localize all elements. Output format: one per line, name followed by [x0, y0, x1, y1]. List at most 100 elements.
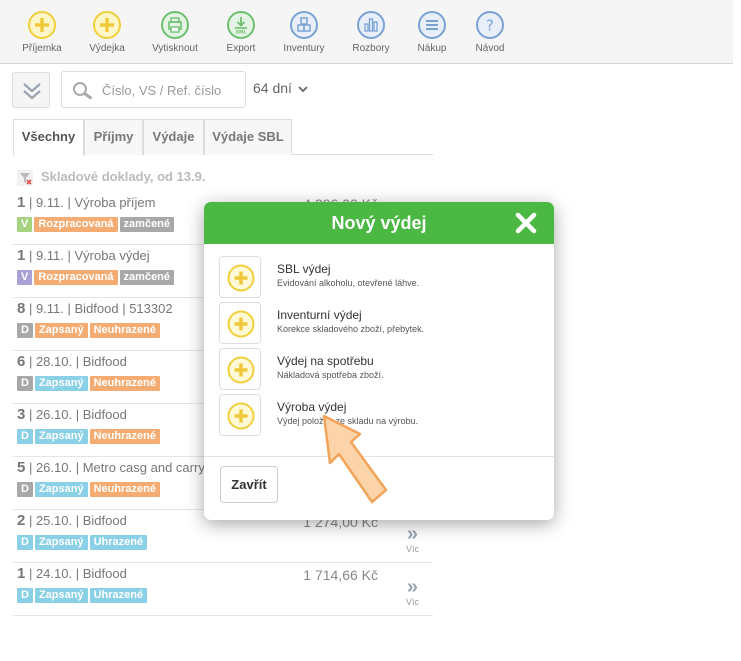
document-name: Metro casg and carry — [82, 460, 205, 475]
payment-badge: Uhrazené — [89, 588, 148, 603]
option-description: Evidování alkoholu, otevřené láhve. — [277, 278, 420, 288]
plus-circle-icon — [227, 356, 255, 384]
plus-circle-icon — [227, 310, 255, 338]
add-button[interactable] — [219, 256, 261, 298]
list-heading-text: Skladové doklady, od 13.9. — [41, 169, 206, 184]
search-box — [61, 71, 246, 108]
tab-prijmy[interactable]: Příjmy — [84, 119, 143, 155]
document-number: 1 — [17, 565, 26, 582]
document-title: 1 | 9.11. | Výroba příjem — [17, 194, 156, 211]
plus-circle-icon — [93, 11, 121, 39]
close-icon[interactable] — [514, 211, 538, 235]
option-title: Inventurní výdej — [277, 308, 362, 322]
option-title: Výdej na spotřebu — [277, 354, 374, 368]
pointer-arrow-icon — [322, 414, 388, 504]
document-name: Výroba výdej — [74, 248, 150, 263]
document-badges: D Zapsaný Uhrazené — [17, 532, 149, 550]
document-row[interactable]: 1 | 24.10. | Bidfood 1 714,66 Kč D Zapsan… — [13, 563, 433, 616]
double-chevron-right-icon: » — [406, 523, 419, 545]
type-badge: D — [17, 482, 33, 497]
toolbar-vydejka[interactable]: Výdejka — [75, 10, 139, 54]
document-tabs: Všechny Příjmy Výdaje Výdaje SBL — [13, 119, 433, 156]
document-badges: D Zapsaný Neuhrazené — [17, 373, 162, 391]
plus-circle-icon — [28, 11, 56, 39]
toolbar-nakup[interactable]: Nákup — [400, 10, 464, 54]
document-date: 24.10. — [35, 566, 73, 581]
document-number: 6 — [17, 353, 26, 370]
document-name: Výroba příjem — [74, 195, 156, 210]
add-button[interactable] — [219, 348, 261, 390]
close-button[interactable]: Zavřít — [220, 466, 278, 503]
toolbar-label: Návod — [475, 43, 505, 54]
search-input[interactable] — [102, 78, 242, 102]
toolbar-navod[interactable]: ? Návod — [458, 10, 522, 54]
days-range-value: 64 dní — [253, 80, 292, 96]
document-number: 1 — [17, 194, 26, 211]
status-badge: Zapsaný — [34, 323, 88, 338]
toolbar-export[interactable]: XML Export — [209, 10, 273, 54]
download-xml-icon: XML — [227, 11, 255, 39]
document-number: 1 — [17, 247, 26, 264]
document-badges: D Zapsaný Neuhrazené — [17, 426, 162, 444]
option-description: Korekce skladového zboží, přebytek. — [277, 324, 425, 334]
option-sbl-vydej[interactable]: SBL výdej Evidování alkoholu, otevřené l… — [219, 256, 539, 300]
list-icon — [418, 11, 446, 39]
document-date: 9.11. — [35, 195, 64, 210]
more-button[interactable]: » Víc — [405, 577, 419, 607]
plus-circle-icon — [227, 264, 255, 292]
type-badge: D — [17, 535, 33, 550]
document-badges: V Rozpracovaná zamčené — [17, 214, 176, 232]
svg-text:?: ? — [486, 17, 494, 35]
dialog-header: Nový výdej — [204, 202, 554, 244]
svg-text:XML: XML — [236, 30, 247, 36]
document-name: Bidfood — [82, 513, 127, 528]
toolbar: Příjemka Výdejka Vytisknout XML Export I… — [0, 0, 733, 64]
option-vydej-na-spotrebu[interactable]: Výdej na spotřebu Nákladová spotřeba zbo… — [219, 348, 539, 392]
toolbar-label: Výdejka — [89, 43, 125, 54]
toolbar-rozbory[interactable]: Rozbory — [339, 10, 403, 54]
document-number: 8 — [17, 300, 26, 317]
type-badge: D — [17, 429, 33, 444]
add-button[interactable] — [219, 394, 261, 436]
document-name: Bidfood — [82, 407, 127, 422]
toolbar-label: Vytisknout — [152, 43, 198, 54]
double-chevron-down-icon — [23, 83, 41, 100]
type-badge: V — [17, 270, 33, 285]
plus-circle-icon — [227, 402, 255, 430]
filter-clear-icon[interactable] — [17, 169, 33, 186]
type-badge: V — [17, 217, 33, 232]
tab-vydaje-sbl[interactable]: Výdaje SBL — [204, 119, 292, 155]
status-badge: Rozpracovaná — [34, 270, 118, 285]
dialog-title: Nový výdej — [331, 213, 427, 233]
more-button[interactable]: » Víc — [406, 523, 419, 554]
document-title: 1 | 24.10. | Bidfood — [17, 565, 127, 582]
status-badge: Zapsaný — [34, 588, 88, 603]
add-button[interactable] — [219, 302, 261, 344]
document-name: Bidfood | 513302 — [74, 301, 173, 316]
toolbar-label: Nákup — [417, 43, 447, 54]
document-date: 26.10. — [35, 460, 73, 475]
tab-vsechny[interactable]: Všechny — [13, 119, 84, 156]
toolbar-label: Inventury — [283, 43, 325, 54]
type-badge: D — [17, 588, 33, 603]
days-range-select[interactable]: 64 dní — [253, 80, 308, 96]
toolbar-vytisknout[interactable]: Vytisknout — [143, 10, 207, 54]
toolbar-inventury[interactable]: Inventury — [272, 10, 336, 54]
document-number: 3 — [17, 406, 26, 423]
document-amount: 1 714,66 Kč — [303, 567, 378, 583]
document-date: 28.10. — [35, 354, 73, 369]
payment-badge: Neuhrazené — [89, 482, 160, 497]
document-title: 8 | 9.11. | Bidfood | 513302 — [17, 300, 173, 317]
help-icon: ? — [476, 11, 504, 39]
printer-icon — [161, 11, 189, 39]
toolbar-label: Export — [226, 43, 256, 54]
tab-vydaje[interactable]: Výdaje — [143, 119, 204, 155]
document-badges: D Zapsaný Uhrazené — [17, 585, 149, 603]
option-inventurni-vydej[interactable]: Inventurní výdej Korekce skladového zbož… — [219, 302, 539, 346]
collapse-filters-button[interactable] — [12, 72, 50, 108]
toolbar-prijemka[interactable]: Příjemka — [10, 10, 74, 54]
more-label: Víc — [405, 597, 419, 607]
document-number: 2 — [17, 512, 26, 529]
document-title: 3 | 26.10. | Bidfood — [17, 406, 127, 423]
chevron-down-icon — [298, 86, 308, 93]
